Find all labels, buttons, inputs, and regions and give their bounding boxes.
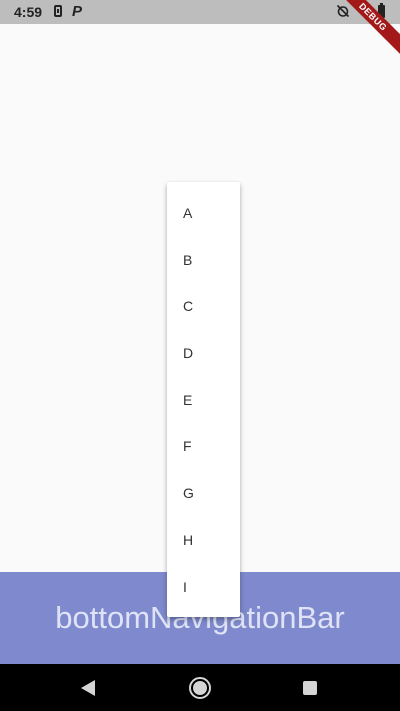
recents-icon[interactable]: [303, 681, 317, 695]
system-navigation-bar: [0, 664, 400, 711]
popup-menu: A B C D E F G H I: [167, 182, 240, 617]
sim-card-icon: [54, 5, 62, 17]
back-icon[interactable]: [81, 680, 95, 696]
notification-p-icon: P: [72, 3, 83, 20]
menu-item-c[interactable]: C: [167, 283, 240, 330]
menu-item-g[interactable]: G: [167, 470, 240, 517]
menu-item-i[interactable]: I: [167, 564, 240, 611]
menu-item-a[interactable]: A: [167, 190, 240, 237]
status-time: 4:59: [14, 4, 43, 20]
menu-item-h[interactable]: H: [167, 517, 240, 564]
debug-ribbon-label: DEBUG: [340, 0, 400, 60]
debug-banner: DEBUG: [340, 0, 400, 60]
menu-item-d[interactable]: D: [167, 330, 240, 377]
menu-item-e[interactable]: E: [167, 377, 240, 424]
menu-item-f[interactable]: F: [167, 423, 240, 470]
home-icon[interactable]: [189, 677, 211, 699]
menu-item-b[interactable]: B: [167, 237, 240, 284]
